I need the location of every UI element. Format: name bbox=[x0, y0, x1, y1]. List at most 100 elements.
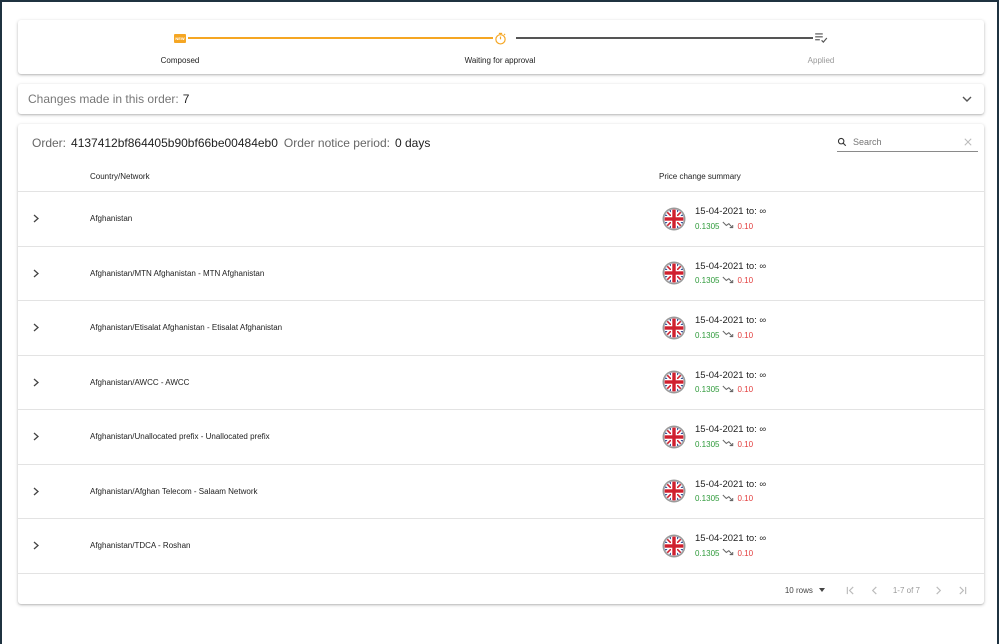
price-change-summary: 15-04-2021 to: ∞ 0.1305 0.10 bbox=[695, 206, 766, 231]
price-change-summary: 15-04-2021 to: ∞ 0.1305 0.10 bbox=[695, 424, 766, 449]
table-row[interactable]: Afghanistan/MTN Afghanistan - MTN Afghan… bbox=[18, 247, 984, 301]
validity-period: 15-04-2021 to: ∞ bbox=[695, 424, 767, 436]
page-range: 1-7 of 7 bbox=[892, 585, 920, 595]
country-network-cell: Afghanistan bbox=[90, 214, 133, 224]
step-composed: NEW Composed bbox=[80, 20, 280, 65]
rows-per-page-select[interactable]: 10 rows bbox=[785, 586, 825, 595]
price-change-summary: 15-04-2021 to: ∞ 0.1305 0.10 bbox=[695, 370, 766, 395]
page-content: NEW Composed Waiting for approval Applie… bbox=[18, 20, 984, 604]
last-page-icon[interactable] bbox=[954, 582, 970, 598]
expand-row-icon[interactable] bbox=[24, 481, 48, 501]
rows-per-page-label: 10 rows bbox=[784, 585, 813, 595]
table-row[interactable]: Afghanistan/AWCC - AWCC 15-04-2021 to: ∞ 0… bbox=[18, 356, 984, 410]
changes-count: 7 bbox=[182, 92, 190, 106]
country-network-cell: Afghanistan/MTN Afghanistan - MTN Afghan… bbox=[90, 268, 265, 278]
table-header: Country/Network Price change summary bbox=[18, 162, 984, 192]
expand-row-icon[interactable] bbox=[24, 209, 48, 229]
step-applied-label: Applied bbox=[807, 56, 835, 65]
expand-row-icon[interactable] bbox=[24, 318, 48, 338]
previous-page-icon[interactable] bbox=[867, 582, 883, 598]
trending-down-icon bbox=[719, 385, 737, 395]
first-page-icon[interactable] bbox=[843, 582, 859, 598]
uk-flag-icon bbox=[662, 316, 686, 340]
new-price: 0.10 bbox=[737, 276, 754, 286]
uk-flag-icon bbox=[662, 207, 686, 231]
uk-flag-icon bbox=[662, 370, 686, 394]
uk-flag-icon bbox=[662, 425, 686, 449]
old-price: 0.1305 bbox=[695, 385, 720, 395]
new-price: 0.10 bbox=[737, 330, 754, 340]
expand-row-icon[interactable] bbox=[24, 263, 48, 283]
old-price: 0.1305 bbox=[695, 439, 720, 449]
trending-down-icon bbox=[719, 276, 737, 286]
trending-down-icon bbox=[719, 221, 737, 231]
stopwatch-icon bbox=[494, 32, 506, 45]
trending-down-icon bbox=[719, 330, 737, 340]
validity-period: 15-04-2021 to: ∞ bbox=[695, 315, 767, 327]
old-price: 0.1305 bbox=[695, 548, 720, 558]
new-price: 0.10 bbox=[737, 385, 754, 395]
step-composed-label: Composed bbox=[160, 56, 200, 65]
next-page-icon[interactable] bbox=[930, 582, 946, 598]
column-header-country: Country/Network bbox=[90, 172, 150, 181]
uk-flag-icon bbox=[662, 261, 686, 285]
validity-period: 15-04-2021 to: ∞ bbox=[695, 369, 767, 381]
search-field[interactable] bbox=[837, 132, 978, 152]
validity-period: 15-04-2021 to: ∞ bbox=[695, 260, 767, 272]
validity-period: 15-04-2021 to: ∞ bbox=[695, 533, 767, 545]
playlist-check-icon bbox=[815, 33, 828, 43]
table-body: Afghanistan 15-04-2021 to: ∞ 0.1305 0.10 Afg… bbox=[18, 192, 984, 574]
expand-row-icon[interactable] bbox=[24, 427, 48, 447]
clear-search-icon[interactable] bbox=[964, 137, 972, 146]
step-waiting-for-approval: Waiting for approval bbox=[400, 20, 600, 65]
price-change-summary: 15-04-2021 to: ∞ 0.1305 0.10 bbox=[695, 533, 766, 558]
uk-flag-icon bbox=[662, 479, 686, 503]
trending-down-icon bbox=[719, 548, 737, 558]
country-network-cell: Afghanistan/Etisalat Afghanistan - Etisa… bbox=[90, 323, 283, 333]
caret-down-icon bbox=[818, 588, 825, 592]
old-price: 0.1305 bbox=[695, 276, 720, 286]
table-row[interactable]: Afghanistan/Etisalat Afghanistan - Etisa… bbox=[18, 301, 984, 356]
uk-flag-icon bbox=[662, 534, 686, 558]
new-price: 0.10 bbox=[737, 221, 754, 231]
price-change-summary: 15-04-2021 to: ∞ 0.1305 0.10 bbox=[695, 315, 766, 340]
new-price: 0.10 bbox=[737, 548, 754, 558]
new-price: 0.10 bbox=[737, 439, 754, 449]
table-row[interactable]: Afghanistan 15-04-2021 to: ∞ 0.1305 0.10 bbox=[18, 192, 984, 247]
order-status-stepper: NEW Composed Waiting for approval Applie… bbox=[18, 20, 984, 74]
table-row[interactable]: Afghanistan/TDCA - Roshan 15-04-2021 to: … bbox=[18, 519, 984, 574]
expand-row-icon[interactable] bbox=[24, 372, 48, 392]
country-network-cell: Afghanistan/Afghan Telecom - Salaam Netw… bbox=[90, 486, 258, 496]
app-frame: NEW Composed Waiting for approval Applie… bbox=[0, 0, 999, 644]
order-id-label: Order: bbox=[32, 136, 67, 150]
country-network-cell: Afghanistan/AWCC - AWCC bbox=[90, 377, 190, 387]
validity-period: 15-04-2021 to: ∞ bbox=[695, 478, 767, 490]
step-waiting-label: Waiting for approval bbox=[464, 56, 536, 65]
column-header-summary: Price change summary bbox=[659, 172, 741, 181]
search-input[interactable] bbox=[853, 136, 964, 147]
search-icon bbox=[837, 137, 847, 146]
notice-period-value: 0 days bbox=[394, 136, 431, 150]
table-pagination: 10 rows 1-7 of 7 bbox=[785, 576, 974, 604]
validity-period: 15-04-2021 to: ∞ bbox=[695, 206, 767, 218]
changes-label: Changes made in this order: bbox=[28, 92, 179, 106]
price-change-summary: 15-04-2021 to: ∞ 0.1305 0.10 bbox=[695, 261, 766, 286]
price-change-summary: 15-04-2021 to: ∞ 0.1305 0.10 bbox=[695, 479, 766, 504]
changes-accordion[interactable]: Changes made in this order: 7 bbox=[18, 84, 984, 114]
old-price: 0.1305 bbox=[695, 330, 720, 340]
trending-down-icon bbox=[719, 494, 737, 504]
notice-period-label: Order notice period: bbox=[283, 136, 390, 150]
table-row[interactable]: Afghanistan/Afghan Telecom - Salaam Netw… bbox=[18, 465, 984, 519]
expand-row-icon[interactable] bbox=[24, 536, 48, 556]
table-row[interactable]: Afghanistan/Unallocated prefix - Unalloc… bbox=[18, 410, 984, 465]
country-network-cell: Afghanistan/Unallocated prefix - Unalloc… bbox=[90, 432, 270, 442]
trending-down-icon bbox=[719, 439, 737, 449]
order-details-card: Order: 4137412bf864405b90bf66be00484eb0 … bbox=[18, 124, 984, 604]
chevron-down-icon[interactable] bbox=[960, 92, 974, 106]
new-price: 0.10 bbox=[737, 494, 754, 504]
old-price: 0.1305 bbox=[695, 221, 720, 231]
old-price: 0.1305 bbox=[695, 494, 720, 504]
order-id-value: 4137412bf864405b90bf66be00484eb0 bbox=[71, 136, 278, 150]
new-badge-icon: NEW bbox=[174, 33, 186, 43]
step-applied: Applied bbox=[721, 20, 921, 65]
